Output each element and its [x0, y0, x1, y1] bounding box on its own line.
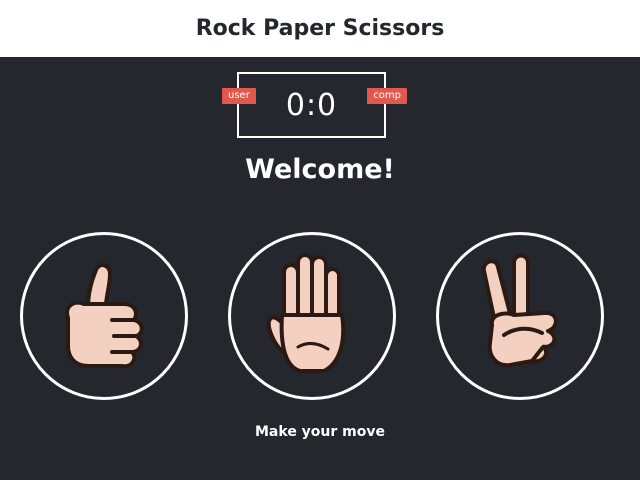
thumbs-up-hand-icon — [65, 263, 144, 369]
scoreboard: user 0:0 comp — [222, 72, 407, 138]
comp-badge: comp — [367, 88, 407, 104]
app-title: Rock Paper Scissors — [195, 16, 445, 41]
make-move-prompt: Make your move — [255, 424, 385, 440]
app-header: Rock Paper Scissors — [0, 0, 640, 57]
score-display: 0:0 — [285, 87, 338, 123]
rock-choice-button[interactable] — [20, 232, 188, 400]
user-badge: user — [222, 88, 256, 104]
paper-choice-button[interactable] — [228, 232, 396, 400]
peace-sign-hand-icon — [481, 253, 558, 368]
open-palm-hand-icon — [266, 253, 346, 373]
result-message: Welcome! — [245, 154, 395, 185]
scissors-choice-button[interactable] — [436, 232, 604, 400]
